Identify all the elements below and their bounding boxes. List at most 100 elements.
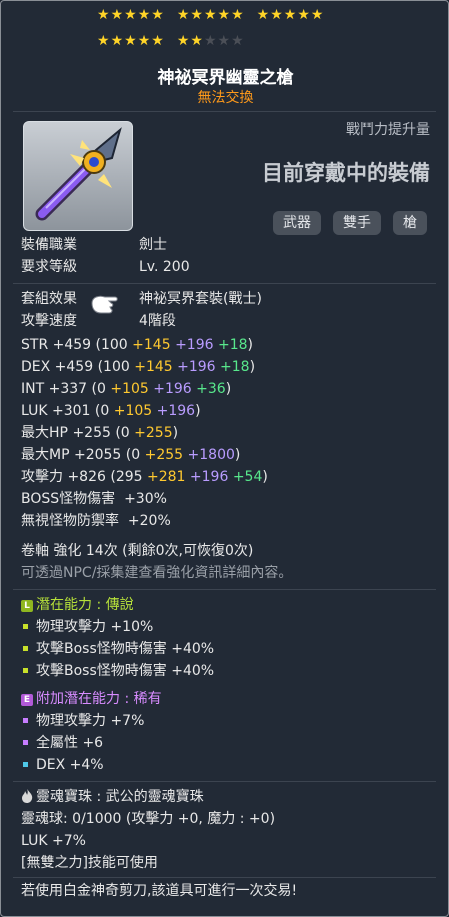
potential-line: 攻擊Boss怪物時傷害 +40%	[21, 639, 214, 659]
stat-name: 最大MP	[21, 447, 70, 463]
divider	[13, 877, 436, 878]
star-group: ★★★★★	[177, 7, 245, 23]
stat-name: INT	[21, 381, 45, 397]
potential-line-text: 攻擊Boss怪物時傷害 +40%	[36, 641, 215, 657]
star-group: ★★★★★	[257, 7, 325, 23]
ignore-def-value: +20%	[127, 513, 171, 529]
stat-close: )	[247, 337, 253, 353]
soul-flame-icon	[22, 789, 33, 803]
stat-line: LUK +301 (0 +105 +196)	[21, 401, 201, 421]
stat-bonus: +196	[175, 337, 214, 353]
potential-label: 潛在能力 : 傳說	[36, 597, 134, 613]
star-filled-icon: ★	[110, 33, 125, 49]
stat-close: )	[172, 425, 179, 441]
stat-base: (100	[97, 359, 130, 375]
scroll-upgrade: 卷軸 強化 14次 (剩餘0次,可恢復0次)	[21, 543, 254, 559]
job-requirement: 裝備職業 劍士	[21, 235, 167, 255]
potential-line-text: 全屬性 +6	[36, 735, 104, 751]
level-label: 要求等級	[21, 259, 77, 275]
star-filled-icon: ★	[97, 7, 111, 23]
stat-bonus: +196	[153, 381, 192, 397]
attack-speed: 攻擊速度 4階段	[21, 311, 176, 331]
star-group: ★★★★★	[97, 7, 165, 23]
potential-line-text: 物理攻擊力 +7%	[36, 713, 145, 729]
legendary-badge-icon: L	[21, 600, 33, 612]
stat-line: 最大MP +2055 (0 +255 +1800)	[21, 445, 240, 465]
stat-base: (0	[125, 447, 141, 463]
stat-base: (0	[115, 425, 130, 441]
star-filled-icon: ★	[137, 7, 152, 23]
star-filled-icon: ★	[151, 33, 165, 49]
job-label: 裝備職業	[21, 237, 77, 253]
stat-total: +459	[54, 359, 94, 375]
stat-name: 攻擊力	[21, 469, 63, 485]
star-filled-icon: ★	[190, 7, 204, 23]
potential-line-text: 攻擊Boss怪物時傷害 +40%	[36, 663, 215, 679]
set-effect-label: 套組效果	[21, 291, 77, 307]
star-row-2: ★★★★★ ★★★★★	[97, 33, 257, 49]
bullet-icon	[23, 761, 28, 767]
stat-close: )	[195, 403, 201, 419]
ignore-def-label: 無視怪物防禦率	[21, 513, 119, 529]
set-effect-value: 神祕冥界套裝(戰士)	[139, 291, 262, 307]
potential-line: DEX +4%	[21, 755, 104, 775]
item-name: 神祕冥界幽靈之槍	[157, 68, 294, 88]
boss-damage-label: BOSS怪物傷害	[21, 491, 116, 507]
stat-bonus: +36	[196, 381, 226, 397]
potential-header: L 潛在能力 : 傳說	[21, 595, 134, 615]
bullet-icon	[23, 717, 28, 723]
star-group: ★★★★★	[177, 33, 245, 49]
stat-bonus: +196	[177, 359, 216, 375]
star-filled-icon: ★	[110, 7, 125, 23]
star-row-1: ★★★★★ ★★★★★ ★★★★★	[97, 7, 336, 23]
stat-base: (100	[95, 337, 128, 353]
stat-line: 攻擊力 +826 (295 +281 +196 +54)	[21, 467, 268, 487]
stat-base: (295	[110, 469, 143, 485]
level-value: Lv. 200	[139, 259, 190, 275]
divider	[13, 589, 436, 590]
star-filled-icon: ★	[203, 7, 218, 23]
stat-bonus: +196	[156, 403, 196, 419]
bonus-potential-label: 附加潛在能力 : 稀有	[36, 691, 162, 707]
level-requirement: 要求等級 Lv. 200	[21, 257, 190, 277]
stat-line: INT +337 (0 +105 +196 +36)	[21, 379, 231, 399]
boss-damage: BOSS怪物傷害 +30%	[21, 489, 167, 509]
attack-speed-value: 4階段	[139, 313, 176, 329]
stat-total: +826	[67, 469, 106, 485]
stat-close: )	[234, 447, 241, 463]
scissors-note: 若使用白金神奇剪刀,該道具可進行一次交易!	[21, 883, 298, 899]
divider	[13, 111, 436, 112]
stat-bonus: +18	[220, 359, 250, 375]
stat-name: DEX	[21, 359, 51, 375]
potential-line: 全屬性 +6	[21, 733, 103, 753]
set-effect: 套組效果 神祕冥界套裝(戰士)	[21, 289, 262, 309]
potential-line: 物理攻擊力 +10%	[21, 617, 153, 637]
star-empty-icon: ★	[203, 33, 218, 49]
stat-name: 最大HP	[21, 425, 68, 441]
star-group: ★★★★★	[97, 33, 165, 49]
combat-power-label: 戰鬥力提升量	[346, 122, 430, 138]
stat-total: +337	[48, 381, 88, 397]
bullet-icon	[23, 667, 28, 673]
soul-charge: 靈魂球: 0/1000 (攻擊力 +0, 魔力 : +0)	[21, 811, 276, 827]
rare-badge-icon: E	[21, 694, 33, 706]
stat-bonus: +145	[132, 337, 171, 353]
star-empty-icon: ★	[217, 33, 232, 49]
star-filled-icon: ★	[256, 7, 271, 23]
potential-line: 攻擊Boss怪物時傷害 +40%	[21, 661, 214, 681]
star-filled-icon: ★	[231, 7, 245, 23]
tag-spear: 槍	[393, 211, 427, 235]
stat-bonus: +18	[217, 337, 248, 353]
stat-bonus: +255	[134, 425, 173, 441]
star-filled-icon: ★	[176, 33, 191, 49]
ignore-defense: 無視怪物防禦率 +20%	[21, 511, 171, 531]
stat-name: STR	[21, 337, 49, 353]
soul-option: LUK +7%	[21, 833, 86, 849]
equipped-label: 目前穿戴中的裝備	[262, 161, 430, 185]
npc-hint: 可透過NPC/採集建查看強化資訊詳細內容。	[21, 565, 293, 581]
star-filled-icon: ★	[270, 7, 284, 23]
tag-weapon: 武器	[273, 211, 321, 235]
soul-skill: [無雙之力]技能可使用	[21, 855, 158, 871]
stat-total: +301	[51, 403, 91, 419]
star-filled-icon: ★	[297, 7, 311, 23]
